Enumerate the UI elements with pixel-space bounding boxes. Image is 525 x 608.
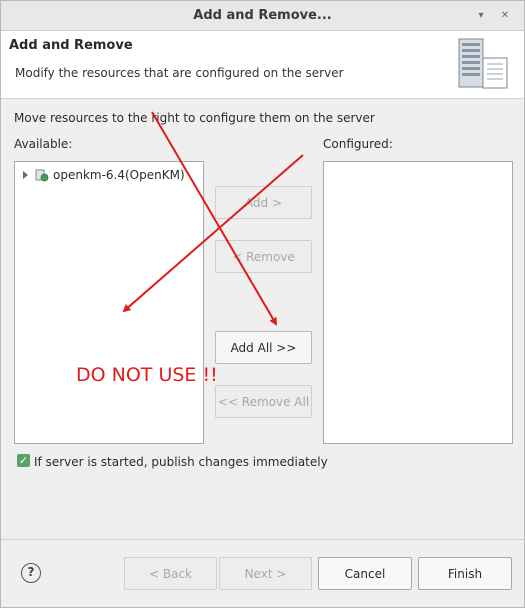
cancel-button[interactable]: Cancel <box>318 557 412 590</box>
header-title: Add and Remove <box>9 38 133 53</box>
publish-checkbox-label: If server is started, publish changes im… <box>34 455 328 469</box>
available-list[interactable]: openkm-6.4(OpenKM) <box>14 161 204 444</box>
close-icon[interactable]: ✕ <box>498 9 512 23</box>
help-icon[interactable]: ? <box>21 563 41 583</box>
add-button[interactable]: Add > <box>215 186 312 219</box>
server-icon <box>458 38 508 89</box>
finish-button[interactable]: Finish <box>418 557 512 590</box>
list-item[interactable]: openkm-6.4(OpenKM) <box>21 166 185 184</box>
back-button[interactable]: < Back <box>124 557 217 590</box>
add-remove-dialog: Add and Remove... ▾ ✕ Add and Remove Mod… <box>0 0 525 608</box>
next-button[interactable]: Next > <box>219 557 312 590</box>
web-module-icon <box>35 169 49 182</box>
header-description: Modify the resources that are configured… <box>15 66 344 80</box>
configured-label: Configured: <box>323 137 393 151</box>
list-item-label: openkm-6.4(OpenKM) <box>53 168 185 182</box>
remove-all-button[interactable]: << Remove All <box>215 385 312 418</box>
do-not-use-annotation: DO NOT USE !! <box>76 364 218 386</box>
available-label: Available: <box>14 137 73 151</box>
instructions-text: Move resources to the right to configure… <box>14 111 375 125</box>
configured-list[interactable] <box>323 161 513 444</box>
expand-arrow-icon[interactable] <box>23 171 28 179</box>
dialog-header: Add and Remove Modify the resources that… <box>1 31 524 99</box>
add-all-button[interactable]: Add All >> <box>215 331 312 364</box>
footer-separator <box>1 539 524 540</box>
publish-checkbox[interactable]: ✓ <box>17 454 30 467</box>
minimize-icon[interactable]: ▾ <box>474 9 488 23</box>
title-bar[interactable]: Add and Remove... ▾ ✕ <box>1 1 524 31</box>
remove-button[interactable]: < Remove <box>215 240 312 273</box>
window-title: Add and Remove... <box>193 8 332 23</box>
